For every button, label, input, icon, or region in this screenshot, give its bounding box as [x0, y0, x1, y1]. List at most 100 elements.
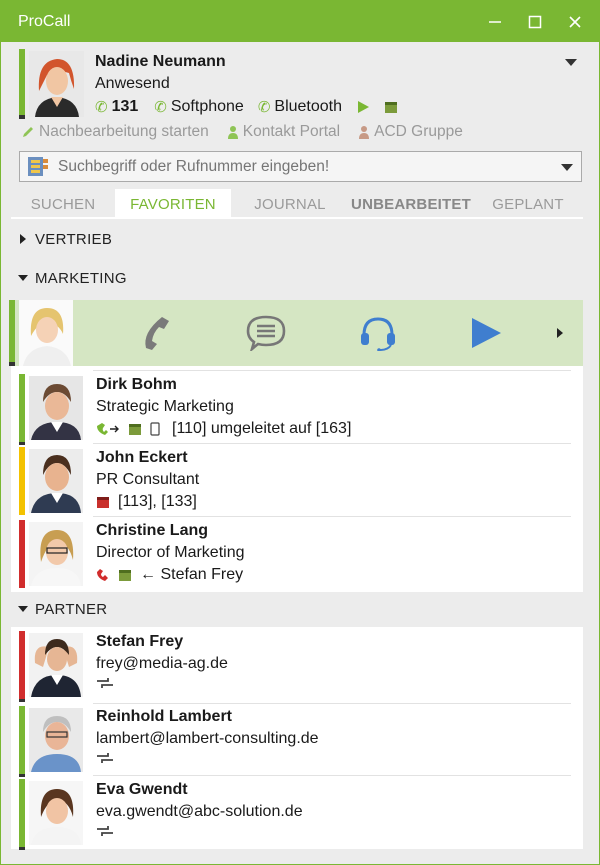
chevron-down-icon: [18, 275, 28, 281]
pencil-icon: [23, 127, 33, 137]
presence-status[interactable]: Anwesend: [95, 75, 170, 93]
tab-unbearbeitet[interactable]: UNBEARBEITET: [349, 189, 473, 219]
phone-icon: [145, 317, 169, 350]
chevron-down-icon[interactable]: [565, 57, 577, 67]
divider: [93, 370, 571, 371]
partner-contact-list: Stefan Frey frey@media-ag.de Reinhold La…: [11, 627, 583, 851]
acd-group-link[interactable]: ACD Gruppe: [358, 123, 463, 141]
contact-email[interactable]: lambert@lambert-consulting.de: [96, 730, 319, 748]
contact-email[interactable]: frey@media-ag.de: [96, 655, 228, 673]
phone-icon: ✆: [257, 99, 271, 116]
presence-bar: [19, 49, 25, 119]
search-input[interactable]: [58, 157, 561, 176]
transfer-icon: [97, 678, 113, 688]
post-processing-link[interactable]: Nachbearbeitung starten: [21, 123, 209, 141]
call-button[interactable]: [133, 310, 179, 356]
list-item[interactable]: Christine Lang Director of Marketing ← S…: [19, 520, 571, 592]
contact-info: [96, 752, 114, 764]
tab-suchen[interactable]: SUCHEN: [11, 189, 115, 219]
headset-icon: [361, 317, 395, 351]
minimize-icon: [489, 20, 501, 23]
search-box: [19, 151, 582, 182]
divider: [93, 516, 571, 517]
maximize-button[interactable]: [515, 1, 555, 42]
calendar-busy-icon: [97, 497, 109, 508]
play-icon[interactable]: [356, 100, 370, 114]
contact-info: [96, 825, 114, 837]
person-icon: [227, 126, 238, 139]
title-bar: ProCall: [1, 1, 599, 42]
list-item[interactable]: Stefan Frey frey@media-ag.de: [19, 631, 571, 703]
close-button[interactable]: [555, 1, 595, 42]
avatar[interactable]: [29, 633, 83, 697]
chevron-right-icon: [20, 234, 26, 244]
list-item[interactable]: Reinhold Lambert lambert@lambert-consult…: [19, 706, 571, 778]
own-profile: Nadine Neumann Anwesend ✆ 131 ✆ Softphon…: [19, 49, 585, 119]
avatar[interactable]: [19, 300, 73, 366]
tab-bar: SUCHEN FAVORITEN JOURNAL UNBEARBEITET GE…: [11, 189, 583, 219]
avatar[interactable]: [29, 376, 83, 440]
contact-role: Strategic Marketing: [96, 398, 234, 415]
avatar[interactable]: [29, 708, 83, 772]
contact-phone-status: ← Stefan Frey: [140, 566, 244, 583]
transfer-icon: [97, 753, 113, 763]
contact-role: PR Consultant: [96, 471, 200, 488]
device-bluetooth[interactable]: Bluetooth: [274, 98, 342, 116]
list-item[interactable]: Eva Gwendt eva.gwendt@abc-solution.de: [19, 779, 571, 851]
phone-icon: ✆: [154, 99, 167, 116]
group-header-marketing[interactable]: MARKETING: [11, 263, 583, 293]
presence-bar: [9, 300, 15, 366]
calendar-icon: [119, 570, 131, 581]
window-title: ProCall: [18, 12, 71, 30]
post-processing-label: Nachbearbeitung starten: [39, 123, 209, 140]
contact-name: Dirk Bohm: [96, 376, 177, 393]
list-item[interactable]: John Eckert PR Consultant [113], [133]: [19, 447, 571, 519]
tab-favoriten[interactable]: FAVORITEN: [115, 189, 231, 219]
mobile-icon: [150, 422, 160, 436]
contact-name: John Eckert: [96, 449, 188, 466]
contact-portal-label: Kontakt Portal: [242, 123, 341, 140]
contact-phone-status: [110] umgeleitet auf [163]: [172, 420, 352, 437]
presence-bar: [19, 447, 25, 515]
avatar[interactable]: [29, 449, 83, 513]
tab-journal[interactable]: JOURNAL: [231, 189, 349, 219]
contact-name: Reinhold Lambert: [96, 708, 233, 725]
chevron-down-icon[interactable]: [561, 162, 573, 172]
list-item[interactable]: Dirk Bohm Strategic Marketing [110] umge…: [19, 374, 571, 446]
close-icon: [569, 15, 581, 28]
calendar-icon: [129, 424, 141, 435]
presence-bar: [19, 706, 25, 777]
contact-name: Christine Lang: [96, 522, 209, 539]
contact-info: ← Stefan Frey: [96, 566, 243, 584]
chat-button[interactable]: [243, 310, 289, 356]
chevron-down-icon: [18, 606, 28, 612]
device-softphone[interactable]: Softphone: [171, 98, 244, 116]
group-label: PARTNER: [35, 600, 108, 618]
acd-group-label: ACD Gruppe: [374, 123, 463, 140]
phone-icon: ✆: [95, 99, 108, 116]
more-actions-button[interactable]: [545, 310, 575, 356]
procall-window: ProCall Nadine Neumann Anwesend ✆ 131 ✆ …: [0, 0, 600, 865]
presence-bar: [19, 631, 25, 702]
contact-email[interactable]: eva.gwendt@abc-solution.de: [96, 803, 303, 821]
play-button[interactable]: [463, 310, 509, 356]
tab-geplant[interactable]: GEPLANT: [473, 189, 583, 219]
contact-name: Stefan Frey: [96, 633, 184, 650]
avatar[interactable]: [29, 781, 83, 845]
contact-info: [96, 677, 114, 689]
avatar[interactable]: [29, 51, 84, 117]
selected-contact-action-bar: [9, 300, 583, 366]
minimize-button[interactable]: [475, 1, 515, 42]
calendar-icon[interactable]: [384, 100, 398, 114]
person-icon: [359, 126, 370, 139]
group-header-vertrieb[interactable]: VERTRIEB: [11, 224, 583, 254]
phone-busy-icon: [97, 569, 108, 581]
contact-portal-link[interactable]: Kontakt Portal: [227, 123, 340, 141]
presence-bar: [19, 520, 25, 588]
extension-number[interactable]: 131: [112, 98, 139, 116]
avatar[interactable]: [29, 522, 83, 586]
chevron-right-icon: [557, 328, 563, 338]
headset-button[interactable]: [355, 310, 401, 356]
divider: [93, 775, 571, 776]
group-header-partner[interactable]: PARTNER: [11, 594, 583, 624]
